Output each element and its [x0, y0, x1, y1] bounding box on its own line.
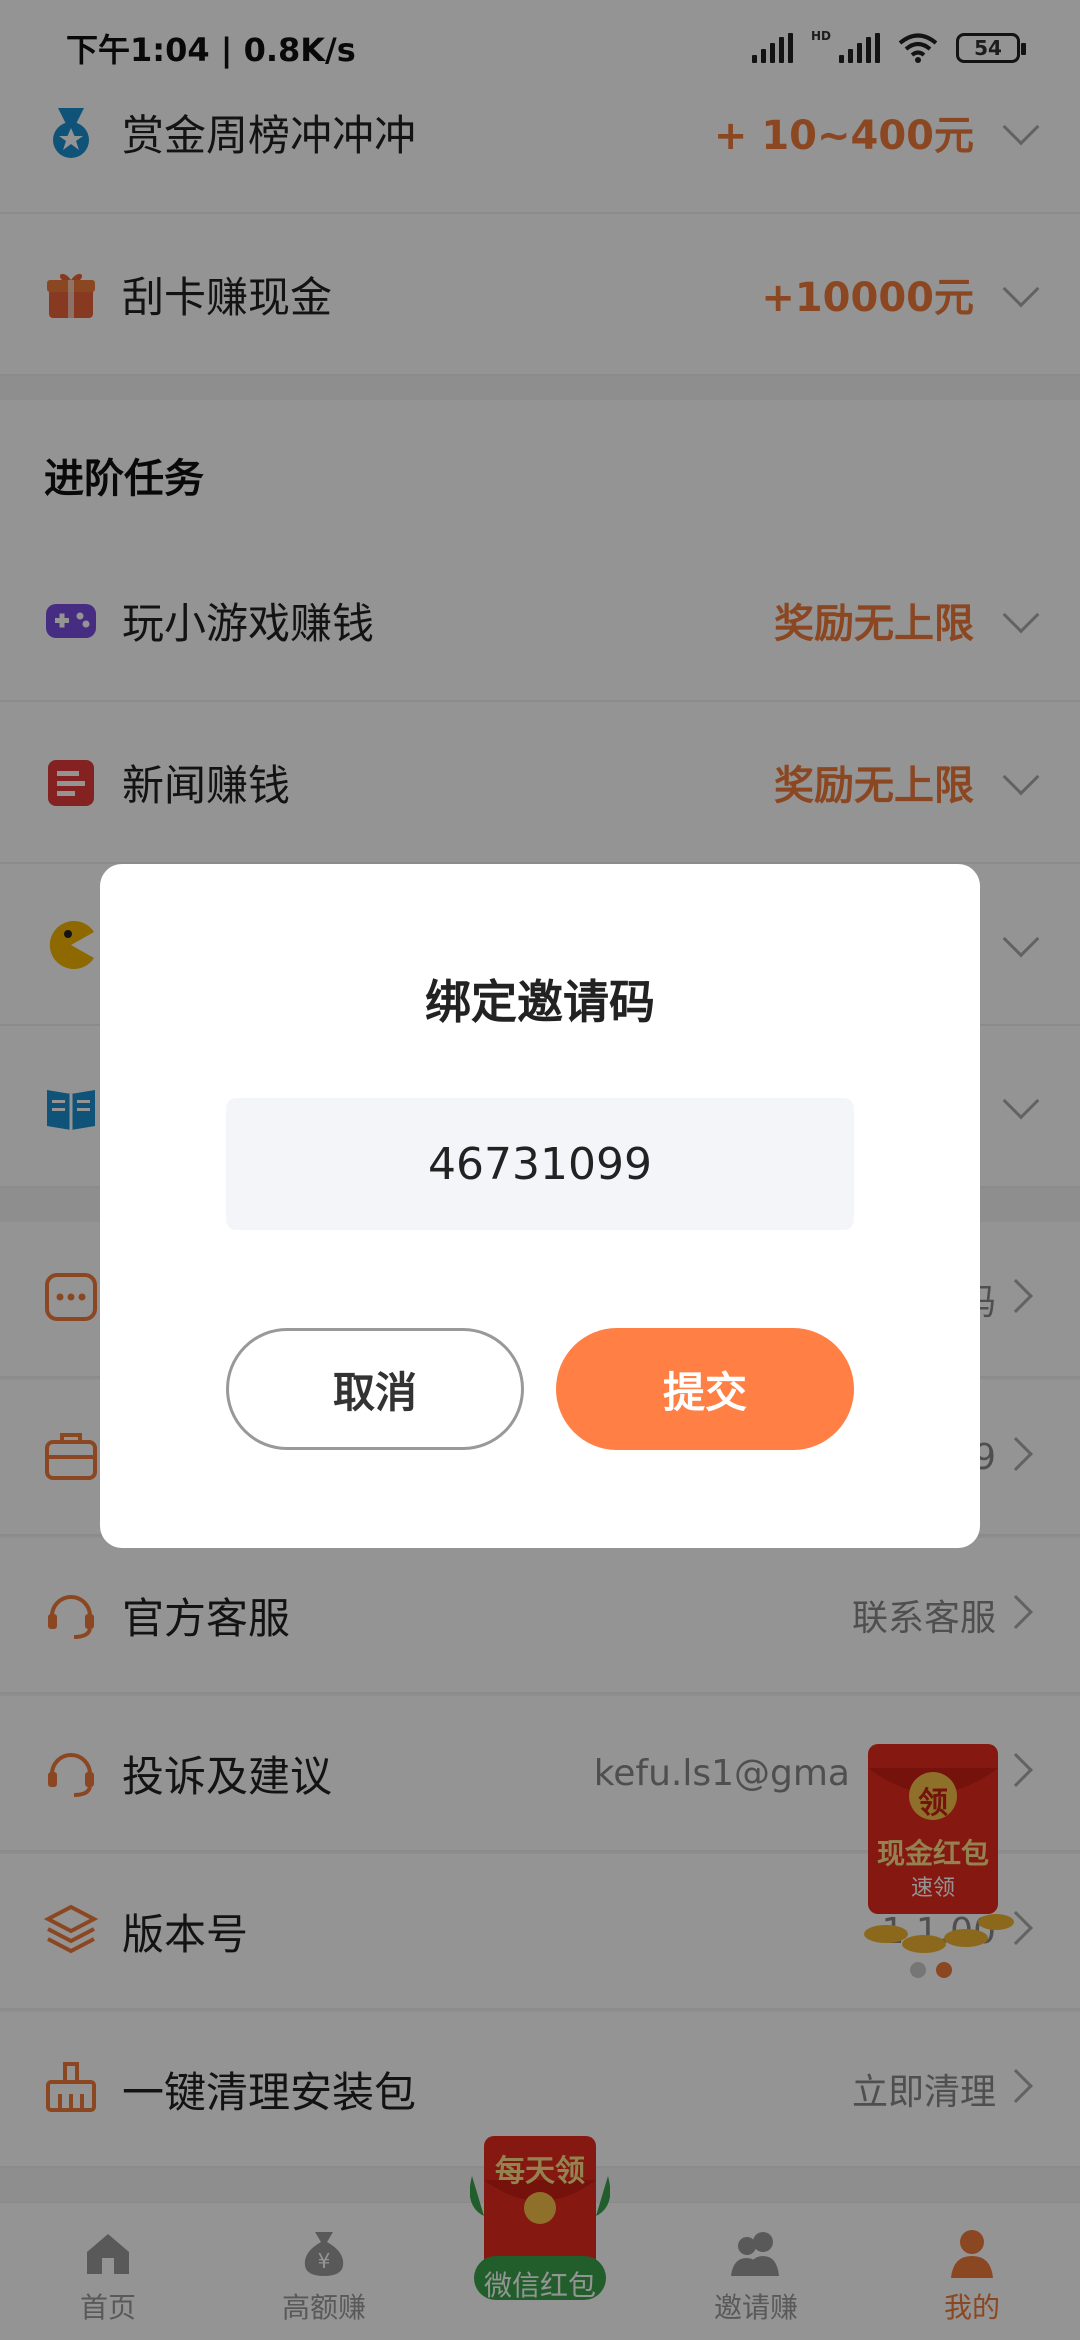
dialog-title: 绑定邀请码 [425, 975, 655, 1029]
bind-invite-code-dialog: 绑定邀请码 取消 提交 [100, 864, 980, 1548]
invite-code-input[interactable] [226, 1098, 854, 1230]
submit-button[interactable]: 提交 [556, 1328, 854, 1450]
cancel-button[interactable]: 取消 [226, 1328, 524, 1450]
